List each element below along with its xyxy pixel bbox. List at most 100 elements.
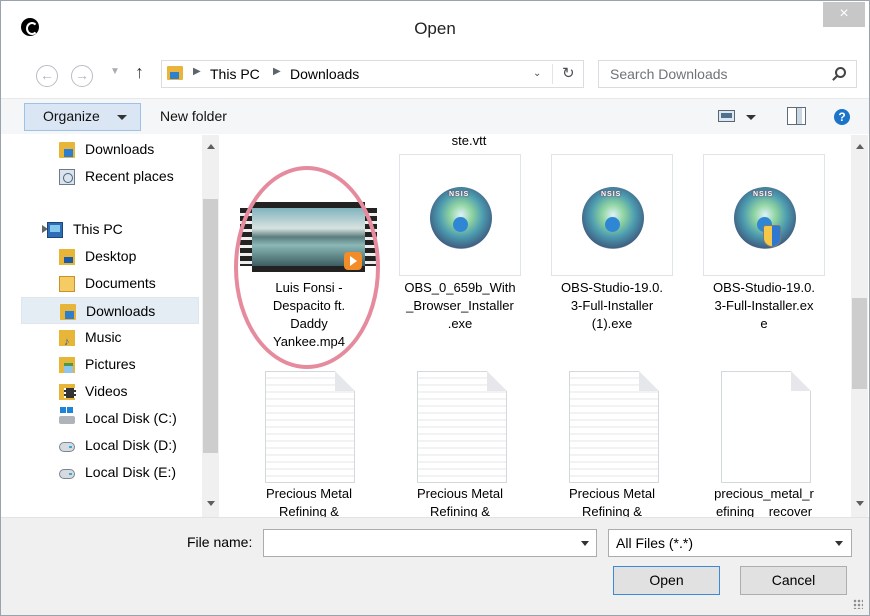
installer-icon [430,187,492,249]
music-folder-icon [59,329,75,355]
file-name-line: Refining & [582,504,642,517]
file-name-line: Yankee.mp4 [272,334,346,349]
file-item-precious-metal-recover[interactable]: precious_metal_r efining__recover [700,485,828,517]
navigation-pane-scrollbar-thumb[interactable] [203,199,218,453]
partial-file-label[interactable]: ste.vtt [405,135,533,150]
file-item-luis-fonsi-despacito[interactable]: Luis Fonsi - Despacito ft. Daddy Yankee.… [245,279,373,351]
help-icon[interactable]: ? [834,109,850,125]
sidebar-item-downloads-favorite[interactable]: Downloads [21,136,199,163]
sidebar-item-local-disk-c[interactable]: Local Disk (C:) [21,405,199,432]
local-disk-c-icon [59,407,75,424]
file-list: ste.vtt Luis Fonsi - Despacito ft. Daddy… [221,135,851,517]
file-name-line: Precious Metal [417,486,503,501]
file-selection-footer: File name: All Files (*.*) Open Cancel [1,517,869,615]
file-item-precious-metal-2[interactable]: Precious Metal Refining & [396,485,524,517]
window-title: Open [414,19,456,38]
file-name-line: 3-Full-Installer.ex [714,298,814,313]
sidebar-item-pictures[interactable]: Pictures [21,351,199,378]
file-name-line: (1).exe [591,316,633,331]
search-placeholder: Search Downloads [610,66,728,82]
up-one-level-button[interactable]: ↑ [135,62,144,83]
chevron-down-icon [117,115,127,120]
sidebar-item-music[interactable]: Music [21,324,199,355]
local-disk-icon [59,469,75,479]
file-item-obs-studio-installer[interactable]: OBS-Studio-19.0. 3-Full-Installer.ex e [700,279,828,333]
file-name-line: Despacito ft. [272,298,346,313]
breadcrumb-separator-icon[interactable]: ▶ [273,66,281,77]
sidebar-item-desktop[interactable]: Desktop [21,243,199,270]
downloads-folder-icon [167,66,183,80]
back-button[interactable]: ← [36,65,58,87]
file-name-label: File name: [187,534,253,550]
sidebar-item-videos[interactable]: Videos [21,378,199,405]
this-pc-icon [47,222,63,238]
documents-folder-icon [59,276,75,292]
sidebar-item-recent-places[interactable]: Recent places [21,163,199,190]
scroll-down-icon[interactable] [856,501,864,506]
search-input[interactable]: Search Downloads [598,60,857,88]
file-name-field[interactable] [263,529,597,557]
sidebar-item-local-disk-d[interactable]: Local Disk (D:) [21,432,199,459]
address-bar[interactable]: ▶ This PC ▶ Downloads ⌄ ↻ [161,60,584,88]
file-name-line: e [760,316,768,331]
file-name-line: Daddy [290,316,328,331]
sidebar-item-label: Music [85,329,122,345]
preview-pane-icon[interactable] [787,107,806,125]
view-options-chevron-icon[interactable] [746,115,756,120]
file-name-line: OBS-Studio-19.0. [713,280,815,295]
recent-locations-dropdown-icon[interactable]: ▼ [110,66,120,77]
sidebar-item-this-pc[interactable]: This PC [21,216,199,243]
title-bar: Open × [1,1,869,45]
breadcrumb-downloads[interactable]: Downloads [290,66,359,82]
breadcrumb-separator-icon[interactable]: ▶ [193,66,201,77]
text-file-icon[interactable] [569,371,659,483]
blank-file-icon[interactable] [721,371,811,483]
open-button[interactable]: Open [613,566,720,595]
open-file-dialog: Open × ← → ▼ ↑ ▶ This PC ▶ Downloads ⌄ ↻… [0,0,870,616]
sidebar-item-label: Downloads [86,303,156,319]
file-name-line: .exe [447,316,473,331]
resize-grip-icon[interactable] [853,599,863,609]
cancel-button[interactable]: Cancel [740,566,847,595]
scroll-up-icon[interactable] [207,144,215,149]
sidebar-item-label: Documents [85,275,156,291]
address-divider [552,64,553,84]
change-view-icon[interactable] [718,110,735,122]
file-name-line: precious_metal_r [714,486,814,501]
file-thumbnail-obs-browser-installer[interactable] [399,154,521,276]
text-file-icon[interactable] [265,371,355,483]
recent-places-icon [59,169,75,185]
sidebar-item-label: Videos [85,383,128,399]
file-item-obs-browser-installer[interactable]: OBS_0_659b_With _Browser_Installer .exe [396,279,524,333]
close-button[interactable]: × [823,2,865,27]
security-shield-icon [763,225,781,247]
forward-button[interactable]: → [71,65,93,87]
address-dropdown-icon[interactable]: ⌄ [533,68,541,79]
refresh-icon[interactable]: ↻ [562,64,575,82]
downloads-folder-icon [60,304,76,320]
file-type-filter[interactable]: All Files (*.*) [608,529,852,557]
sidebar-item-documents[interactable]: Documents [21,270,199,297]
file-name-line: 3-Full-Installer [570,298,654,313]
new-folder-button[interactable]: New folder [160,108,227,124]
file-thumbnail-obs-studio-installer-1[interactable] [551,154,673,276]
chevron-down-icon[interactable] [835,541,843,546]
sidebar-item-local-disk-e[interactable]: Local Disk (E:) [21,459,199,486]
scroll-up-icon[interactable] [856,144,864,149]
file-list-scrollbar-thumb[interactable] [852,298,867,389]
file-name-dropdown-icon[interactable] [581,541,589,546]
file-item-precious-metal-1[interactable]: Precious Metal Refining & [245,485,373,517]
sidebar-item-label: Local Disk (C:) [85,410,177,426]
scroll-down-icon[interactable] [207,501,215,506]
breadcrumb-this-pc[interactable]: This PC [210,66,260,82]
organize-label: Organize [43,108,100,124]
file-thumbnail-obs-studio-installer[interactable] [703,154,825,276]
organize-button[interactable]: Organize [24,103,141,131]
file-item-precious-metal-3[interactable]: Precious Metal Refining & [548,485,676,517]
command-toolbar: Organize New folder ? [1,98,869,134]
text-file-icon[interactable] [417,371,507,483]
sidebar-item-label: Downloads [85,141,155,157]
sidebar-item-downloads[interactable]: Downloads [21,297,199,324]
search-icon[interactable] [835,67,846,78]
file-item-obs-studio-installer-1[interactable]: OBS-Studio-19.0. 3-Full-Installer (1).ex… [548,279,676,333]
